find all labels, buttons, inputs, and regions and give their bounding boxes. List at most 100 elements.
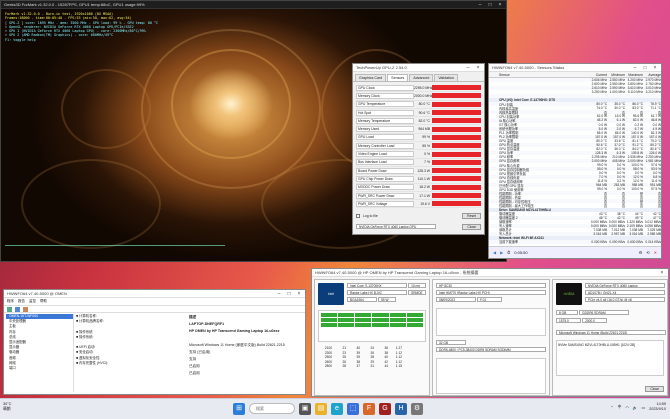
minimize-icon[interactable]: –: [632, 65, 638, 71]
settings-taskbar-icon[interactable]: ⚙: [411, 403, 423, 415]
sensor-name[interactable]: GPU Temperature: [356, 101, 414, 108]
sensor-value: 0 %: [424, 152, 430, 157]
sensor-name[interactable]: Video Engine Load: [356, 151, 414, 158]
column-header[interactable]: Minimum: [607, 73, 625, 77]
hwinfo-sensors-titlebar[interactable]: HWiNFO64 v7.40-5000 - Sensors Status – □…: [489, 64, 661, 72]
task-view-icon[interactable]: ▣: [299, 403, 311, 415]
toolbar-report-icon[interactable]: [23, 307, 28, 312]
sensor-name[interactable]: MVDDC Power Draw: [356, 184, 414, 191]
battery-icon[interactable]: ▭: [642, 405, 646, 410]
store-icon[interactable]: ⬚: [347, 403, 359, 415]
sensor-table: 2.606 MHz 2.550 MHz 4.200 MHz 2.970 MHz 2.60…: [489, 78, 661, 244]
minimize-icon[interactable]: –: [477, 2, 483, 8]
close-icon[interactable]: ×: [652, 65, 658, 71]
log-checkbox[interactable]: [356, 214, 360, 218]
freq-cell: 28: [342, 364, 346, 369]
reset-icon[interactable]: ⟲: [646, 250, 649, 255]
sensor-cell: 1.000 MHz: [609, 90, 625, 95]
nvidia-logo-icon: nVIDIA: [556, 283, 582, 305]
close-icon[interactable]: ✕: [654, 250, 657, 255]
card-select[interactable]: NVIDIA GeForce RTX 4060 Laptop GPU: [356, 224, 436, 229]
sensor-graph: [432, 110, 481, 116]
edge-icon[interactable]: e: [331, 403, 343, 415]
weather-widget[interactable]: 30°C 晴朗: [3, 402, 11, 412]
sensor-cell: 否: [621, 203, 625, 208]
sensor-row[interactable]: 当前下载速率 0.000 KB/s 0.000 KB/s 0.630 KB/s 0.01…: [489, 239, 661, 244]
toolbar-summary-icon[interactable]: [7, 307, 12, 312]
description-value: Microsoft Windows 11 Home (家庭中文版) Build …: [189, 343, 285, 347]
close-button[interactable]: Close: [462, 224, 481, 230]
close-icon[interactable]: ×: [497, 2, 503, 8]
menu-item[interactable]: 程序: [7, 299, 14, 304]
column-header[interactable]: Average: [643, 73, 661, 77]
file-explorer-icon[interactable]: ▤: [315, 403, 327, 415]
hwinfo-summary-titlebar[interactable]: HWiNFO64 v7.40-5000 @ HP OMEN by HP Tran…: [312, 269, 668, 277]
tree-item[interactable]: 端口: [6, 366, 73, 371]
sensor-name[interactable]: Memory Clock: [356, 92, 414, 99]
nav-left-icon[interactable]: ◀: [493, 250, 496, 255]
sensor-cell: 3.250 MHz: [591, 90, 607, 95]
reset-button[interactable]: Reset: [462, 213, 481, 219]
volume-icon[interactable]: 🔈: [633, 405, 638, 410]
sensor-name[interactable]: GPU Clock: [356, 84, 414, 91]
sensor-name[interactable]: Board Power Draw: [356, 167, 414, 174]
sensor-name[interactable]: Memory Temperature: [356, 117, 414, 124]
settings-icon[interactable]: ⚙: [639, 250, 643, 255]
maximize-icon[interactable]: □: [642, 65, 648, 71]
menu-item[interactable]: 帮助: [40, 299, 47, 304]
description-value: 支持 (已启用): [189, 350, 211, 354]
description-panel: 描述 LAPTOP-DNEFQRF1 HP OMEN by HP Transcend…: [189, 314, 303, 392]
sensor-name[interactable]: Hot Spot: [356, 109, 414, 116]
sensor-row: PWR_SRC Voltage 19.6 V: [356, 200, 481, 209]
sensor-graph: [432, 168, 481, 174]
furmark-taskbar-icon[interactable]: F: [363, 403, 375, 415]
sensor-name[interactable]: GPU Load: [356, 134, 414, 141]
sensor-value: 80.0 °C: [418, 102, 430, 107]
sensor-cell: 否: [603, 203, 607, 208]
tab-graphics-card[interactable]: Graphics Card: [355, 74, 387, 81]
summary-close-button[interactable]: Close: [645, 386, 664, 392]
tab-validation[interactable]: Validation: [434, 74, 458, 81]
close-icon[interactable]: ×: [475, 65, 481, 71]
toolbar-sensors-icon[interactable]: [15, 307, 20, 312]
tray-chevron-icon[interactable]: ⌃: [610, 405, 613, 410]
column-header[interactable]: Sensor: [489, 73, 589, 77]
cpu-tdp: 55 W: [378, 297, 397, 303]
wifi-icon[interactable]: ◠: [625, 405, 628, 410]
sensor-cell: 否: [639, 203, 643, 208]
column-header[interactable]: Maximum: [625, 73, 643, 77]
chipset: Intel HM770 (Raptor Lake-HX PCH): [436, 290, 546, 296]
sensor-name[interactable]: Memory Used: [356, 126, 414, 133]
sensor-name[interactable]: GPU Chip Power Draw: [356, 175, 414, 182]
maximize-icon[interactable]: □: [487, 2, 493, 8]
sensor-cell: 3.210 MHz: [645, 90, 661, 95]
minimize-icon[interactable]: –: [465, 65, 471, 71]
column-header[interactable]: Current: [589, 73, 607, 77]
tab-sensors[interactable]: Sensors: [387, 74, 409, 81]
hwinfo-taskbar-icon[interactable]: H: [395, 403, 407, 415]
gpuz-titlebar[interactable]: TechPowerUp GPU-Z 2.54.0 – ×: [353, 64, 484, 72]
description-value: [189, 335, 303, 342]
menu-item[interactable]: 监控: [29, 299, 36, 304]
sensor-name[interactable]: PWR_SRC Power Draw: [356, 192, 414, 199]
start-icon[interactable]: ⊞: [233, 403, 245, 415]
taskbar-search[interactable]: 搜索: [249, 403, 295, 414]
sensor-cell: 否: [657, 203, 661, 208]
tab-advanced[interactable]: Advanced: [409, 74, 434, 81]
sensor-graph: [432, 143, 481, 149]
minimize-icon[interactable]: –: [276, 291, 282, 297]
cpu-name: Intel Core i7-13700HX: [347, 283, 407, 289]
sensor-name[interactable]: Memory Controller Load: [356, 142, 414, 149]
nav-right-icon[interactable]: ▶: [500, 250, 503, 255]
menu-item[interactable]: 报告: [18, 299, 25, 304]
close-icon[interactable]: ×: [296, 291, 302, 297]
clock[interactable]: 14:59 2023/9/10: [649, 402, 666, 412]
hwinfo-main-titlebar[interactable]: HWiNFO64 v7.40-5000 @ OMEN – □ ×: [4, 290, 305, 298]
furmark-titlebar[interactable]: Geeks3D FurMark v1.32.0.0 - 15287FPS, GP…: [1, 1, 506, 9]
maximize-icon[interactable]: □: [286, 291, 292, 297]
close-icon[interactable]: ×: [659, 270, 665, 276]
sensor-name[interactable]: PWR_SRC Voltage: [356, 200, 414, 207]
input-language[interactable]: 中: [618, 405, 622, 410]
gpuz-taskbar-icon[interactable]: G: [379, 403, 391, 415]
sensor-name[interactable]: Bus Interface Load: [356, 159, 414, 166]
